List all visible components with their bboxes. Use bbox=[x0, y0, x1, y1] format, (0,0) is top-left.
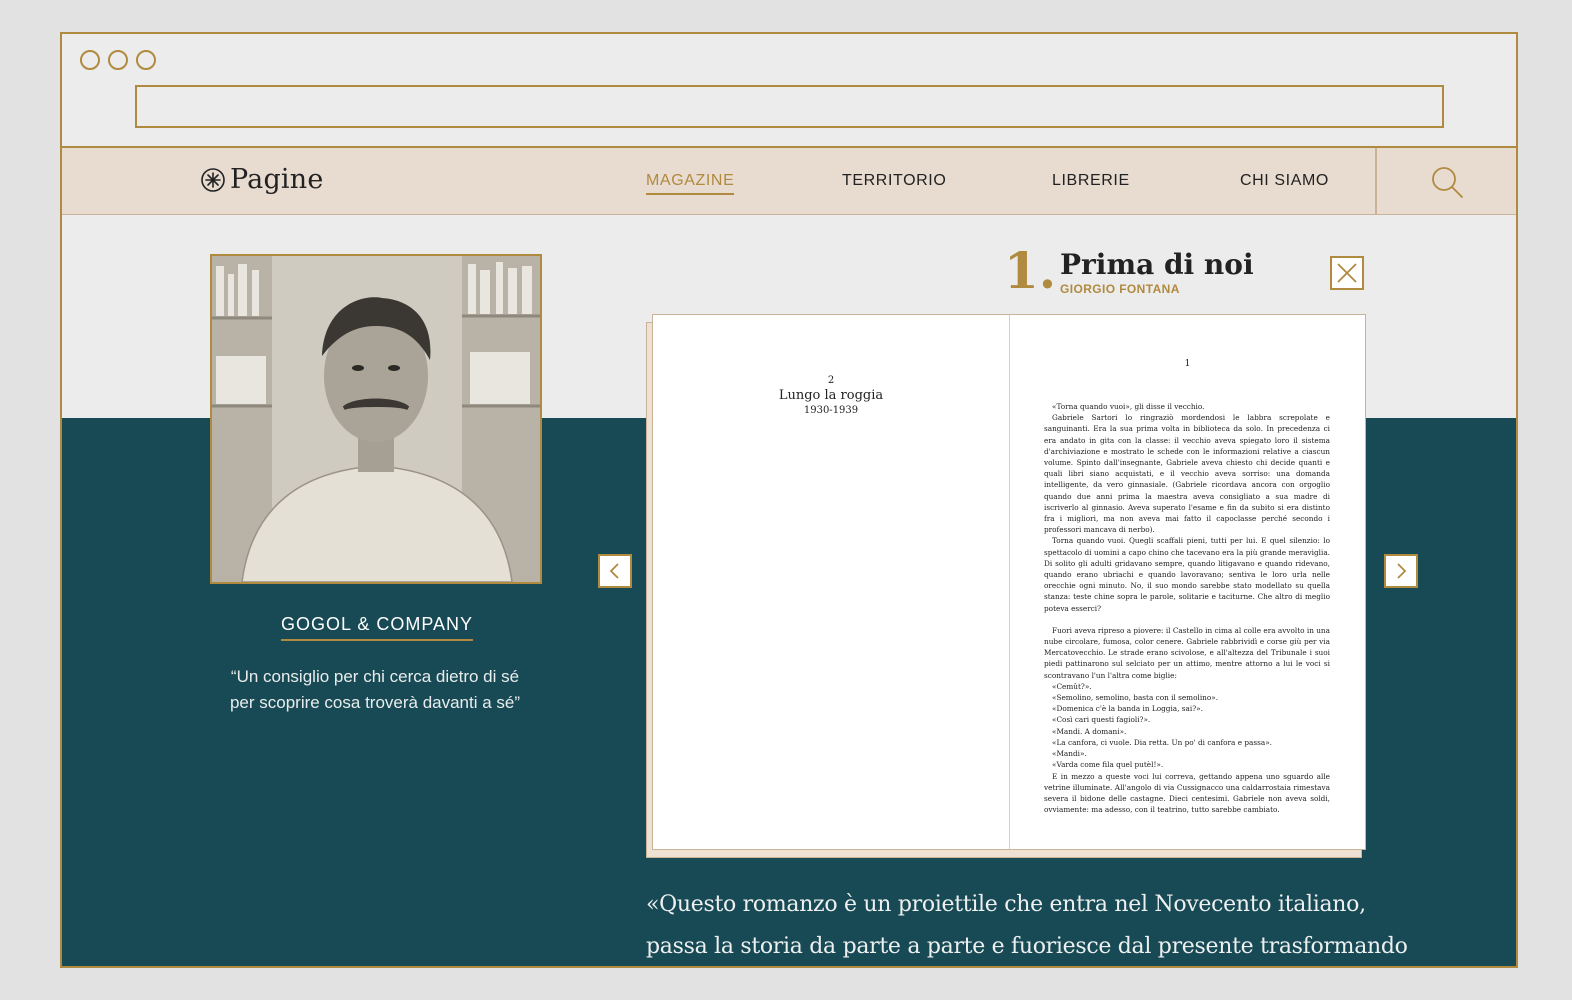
logo-text: Pagine bbox=[230, 164, 324, 195]
page-number: 1 bbox=[1184, 359, 1191, 369]
browser-window: Pagine MAGAZINE TERRITORIO LIBRERIE CHI … bbox=[60, 32, 1518, 968]
nav-divider bbox=[1375, 148, 1377, 214]
bookstore-name[interactable]: GOGOL & COMPANY bbox=[277, 614, 477, 641]
book-preview: 2 Lungo la roggia 1930-1939 1 «Torna qua… bbox=[652, 314, 1366, 850]
book-author: GIORGIO FONTANA bbox=[1060, 282, 1180, 296]
window-control-close[interactable] bbox=[80, 50, 100, 70]
next-button[interactable] bbox=[1384, 554, 1418, 588]
window-control-minimize[interactable] bbox=[108, 50, 128, 70]
nav-item-chi-siamo[interactable]: CHI SIAMO bbox=[1240, 172, 1329, 190]
bookseller-quote: “Un consiglio per chi cerca dietro di sé… bbox=[229, 667, 521, 712]
chevron-left-icon bbox=[609, 563, 619, 579]
site-navbar: Pagine MAGAZINE TERRITORIO LIBRERIE CHI … bbox=[62, 148, 1516, 215]
book-right-page: 1 «Torna quando vuoi», gli disse il vecc… bbox=[1010, 315, 1365, 849]
search-icon[interactable] bbox=[1430, 165, 1464, 199]
site-logo[interactable]: Pagine bbox=[200, 164, 324, 195]
book-title: Prima di noi bbox=[1060, 248, 1254, 281]
nav-item-territorio[interactable]: TERRITORIO bbox=[842, 172, 946, 190]
chapter-heading: 2 Lungo la roggia 1930-1939 bbox=[778, 375, 884, 416]
page-text: «Torna quando vuoi», gli disse il vecchi… bbox=[1044, 402, 1330, 815]
address-bar[interactable] bbox=[135, 85, 1444, 128]
book-left-page: 2 Lungo la roggia 1930-1939 bbox=[653, 315, 1009, 849]
nav-item-librerie[interactable]: LIBRERIE bbox=[1052, 172, 1130, 190]
close-icon bbox=[1337, 263, 1357, 283]
book-rank: 1. bbox=[1004, 241, 1057, 300]
prev-button[interactable] bbox=[598, 554, 632, 588]
nav-item-magazine[interactable]: MAGAZINE bbox=[646, 172, 735, 195]
asterisk-circle-icon bbox=[201, 167, 225, 192]
chevron-right-icon bbox=[1397, 563, 1407, 579]
close-button[interactable] bbox=[1330, 256, 1364, 290]
bookseller-photo bbox=[210, 254, 542, 584]
book-review: «Questo romanzo è un proiettile che entr… bbox=[646, 892, 1408, 959]
browser-chrome bbox=[62, 34, 1516, 148]
window-control-maximize[interactable] bbox=[136, 50, 156, 70]
